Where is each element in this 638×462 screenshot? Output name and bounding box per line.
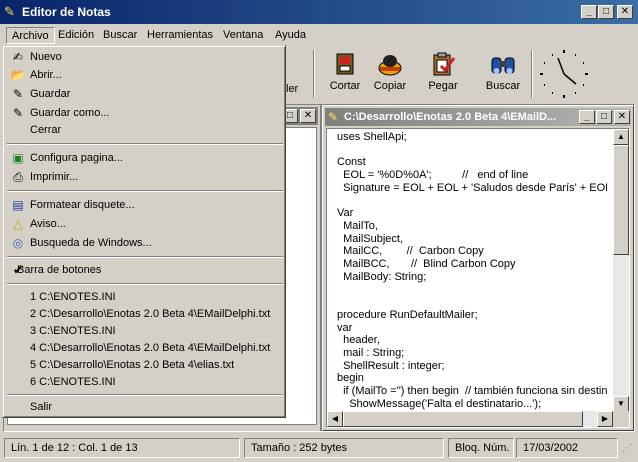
menu-item-recent-file[interactable]: 6 C:\ENOTES.INI — [6, 374, 284, 391]
menu-item-button-bar[interactable]: ✔ Barra de botones — [6, 262, 284, 279]
menu-item-notice[interactable]: △ Aviso... — [6, 216, 284, 233]
scroll-left-button[interactable]: ◀ — [327, 411, 343, 427]
maximize-button[interactable]: □ — [598, 5, 614, 19]
menu-item-new[interactable]: ✍ Nuevo — [6, 49, 284, 66]
window-title: Editor de Notas — [22, 5, 111, 19]
toolbar-separator — [313, 50, 315, 98]
binoculars-icon — [491, 57, 515, 74]
floppy-icon: ▤ — [12, 198, 24, 212]
editor-close-button[interactable]: ✕ — [614, 110, 630, 124]
bell-icon: △ — [13, 217, 23, 231]
status-numlock: Bloq. Núm. — [448, 438, 514, 458]
menu-item-recent-file[interactable]: 4 C:\Desarrollo\Enotas 2.0 Beta 4\EMailD… — [6, 340, 284, 357]
scroll-corner — [613, 411, 629, 427]
editor-text[interactable]: uses ShellApi; Const EOL = '%0D%0A'; // … — [337, 131, 607, 410]
search-button[interactable]: Buscar — [475, 50, 531, 100]
menu-archivo[interactable]: Archivo — [6, 27, 55, 44]
paste-label: Pegar — [428, 80, 458, 92]
menu-item-recent-file[interactable]: 3 C:\ENOTES.INI — [6, 323, 284, 340]
status-bar: Lín. 1 de 12 : Col. 1 de 13 Tamaño : 252… — [0, 435, 638, 462]
file-menu: ✍ Nuevo 📂 Abrir... ✎ Guardar ✎ Guardar c… — [2, 45, 286, 418]
status-position: Lín. 1 de 12 : Col. 1 de 13 — [4, 438, 240, 458]
status-size: Tamaño : 252 bytes — [244, 438, 444, 458]
minimize-button[interactable]: _ — [581, 5, 597, 19]
search-label: Buscar — [485, 80, 521, 92]
menu-separator — [7, 143, 283, 145]
clock-icon — [540, 50, 588, 98]
app-icon[interactable]: ✎ — [4, 4, 20, 20]
bg-close-button[interactable]: ✕ — [300, 109, 316, 123]
copy-label: Copiar — [373, 80, 407, 92]
toolbar-separator-2 — [531, 50, 533, 98]
save-icon: ✎ — [12, 87, 24, 101]
title-bar[interactable]: ✎ Editor de Notas _ □ ✕ — [0, 0, 638, 24]
editor-window[interactable]: ✎ C:\Desarrollo\Enotas 2.0 Beta 4\EMailD… — [322, 105, 634, 431]
paste-icon — [433, 52, 456, 76]
globe-search-icon: ◎ — [12, 236, 24, 250]
scroll-right-button[interactable]: ▶ — [597, 411, 613, 427]
menu-bar: Archivo Edición Buscar Herramientas Vent… — [0, 25, 638, 45]
menu-item-save-as[interactable]: ✎ Guardar como... — [6, 105, 284, 122]
paste-button[interactable]: Pegar — [415, 50, 471, 100]
scroll-up-button[interactable]: ▲ — [613, 129, 629, 145]
horizontal-scrollbar[interactable]: ◀ ▶ — [327, 411, 613, 427]
menu-item-recent-file[interactable]: 2 C:\Desarrollo\Enotas 2.0 Beta 4\EMailD… — [6, 306, 284, 323]
cut-icon — [336, 53, 354, 75]
menu-herramientas[interactable]: Herramientas — [142, 27, 218, 44]
menu-item-exit[interactable]: Salir — [6, 399, 284, 416]
horizontal-scroll-thumb[interactable] — [343, 411, 583, 427]
menu-item-page-setup[interactable]: ▣ Configura pagina... — [6, 150, 284, 167]
new-icon: ✍ — [12, 50, 24, 64]
editor-window-title: C:\Desarrollo\Enotas 2.0 Beta 4\EMailD..… — [344, 111, 557, 123]
size-grip[interactable]: ⋰ — [622, 443, 636, 457]
menu-item-save[interactable]: ✎ Guardar — [6, 86, 284, 103]
vertical-scroll-thumb[interactable] — [613, 145, 629, 255]
document-icon[interactable]: ✎ — [328, 110, 338, 124]
folder-open-icon: 📂 — [10, 68, 26, 82]
menu-item-close[interactable]: Cerrar — [6, 122, 284, 139]
menu-item-format-floppy[interactable]: ▤ Formatear disquete... — [6, 197, 284, 214]
text-editor[interactable]: uses ShellApi; Const EOL = '%0D%0A'; // … — [326, 128, 630, 428]
menu-item-print[interactable]: ⎙ Imprimir... — [6, 169, 284, 186]
menu-ventana[interactable]: Ventana — [218, 27, 268, 44]
menu-item-windows-search[interactable]: ◎ Busqueda de Windows... — [6, 235, 284, 252]
editor-minimize-button[interactable]: _ — [579, 110, 595, 124]
menu-separator — [7, 256, 283, 258]
menu-separator — [7, 190, 283, 192]
toolbar-partial-label: ler — [286, 83, 299, 95]
scroll-down-button[interactable]: ▼ — [613, 396, 629, 412]
save-as-icon: ✎ — [12, 106, 24, 120]
menu-separator — [7, 283, 283, 285]
menu-item-open[interactable]: 📂 Abrir... — [6, 67, 284, 84]
printer-icon: ⎙ — [13, 170, 23, 184]
status-date: 17/03/2002 — [516, 438, 618, 458]
editor-window-caption[interactable]: ✎ C:\Desarrollo\Enotas 2.0 Beta 4\EMailD… — [325, 108, 631, 126]
menu-item-recent-file[interactable]: 5 C:\Desarrollo\Enotas 2.0 Beta 4\elias.… — [6, 357, 284, 374]
copy-button[interactable]: Copiar — [362, 50, 418, 100]
menu-item-recent-file[interactable]: 1 C:\ENOTES.INI — [6, 289, 284, 306]
menu-ayuda[interactable]: Ayuda — [270, 27, 311, 44]
menu-separator — [7, 394, 283, 396]
close-button[interactable]: ✕ — [617, 5, 633, 19]
copy-icon — [378, 55, 402, 76]
page-setup-icon: ▣ — [12, 151, 24, 165]
vertical-scrollbar[interactable]: ▲ ▼ — [613, 129, 629, 412]
menu-edicion[interactable]: Edición — [53, 27, 99, 44]
editor-maximize-button[interactable]: □ — [596, 110, 612, 124]
menu-buscar[interactable]: Buscar — [98, 27, 142, 44]
